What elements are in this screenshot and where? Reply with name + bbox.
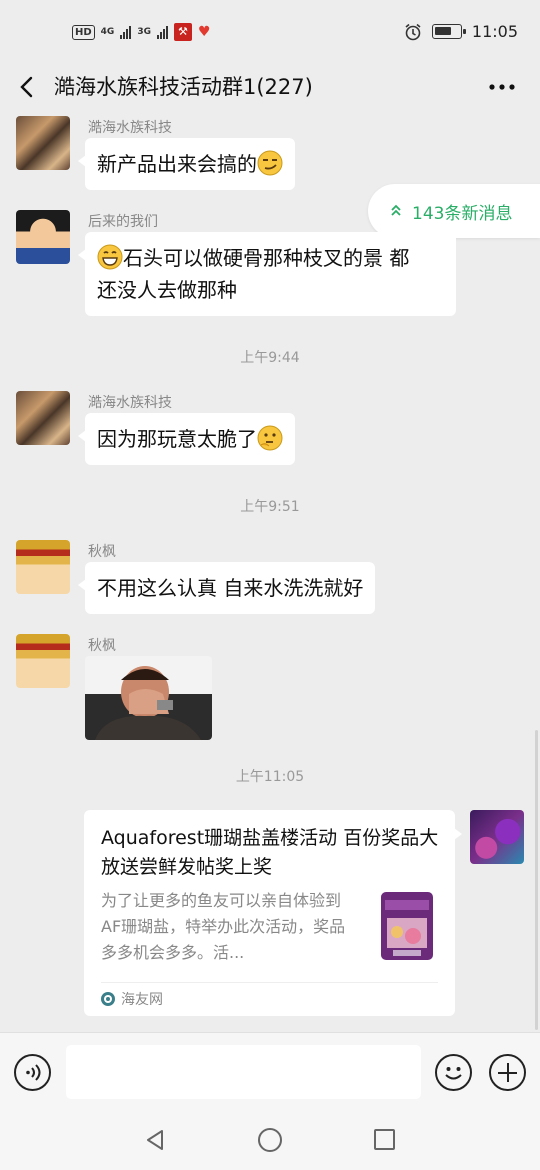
sim1-label: 4G [100,27,115,37]
sender-name: 秋枫 [88,638,116,654]
voice-icon[interactable] [14,1054,51,1091]
signal-icon-2 [156,25,168,39]
salt-bag-image [375,888,439,964]
emoji-icon[interactable] [435,1054,472,1091]
facepalm-sticker-image[interactable] [85,656,212,740]
avatar[interactable] [16,391,70,445]
system-nav-bar [0,1112,540,1170]
status-bar: HD 4G 3G ⚒ ♥ 11:05 [0,0,540,64]
link-card-source: 海友网 [101,989,163,1009]
message-bubble[interactable]: 因为那玩意太脆了 [78,413,295,465]
message-text-line1: 石头可以做硬骨那种枝叉的景 都 [123,246,410,270]
chat-header: 澔海水族科技活动群1(227) [0,64,540,110]
message-text: 不用这么认真 自来水洗洗就好 [97,576,364,600]
sender-name: 澔海水族科技 [88,395,172,411]
triangle-back-icon[interactable] [143,1128,167,1152]
scrollbar[interactable] [535,730,538,1030]
new-messages-label: 143条新消息 [412,203,513,224]
avatar[interactable] [16,634,70,688]
link-card-source-name: 海友网 [121,992,163,1008]
message-text-line2: 还没人去做那种 [97,278,237,302]
message-bubble[interactable]: 不用这么认真 自来水洗洗就好 [77,562,376,614]
avatar[interactable] [16,540,70,594]
chat-title: 澔海水族科技活动群1(227) [54,75,313,99]
chat-area[interactable]: 澔海水族科技 新产品出来会搞的 143条新消息 后来的我们 石头可以做硬骨那种枝… [0,110,540,1032]
link-card-description: 为了让更多的鱼友可以亲自体验到AF珊瑚盐，特举办此次活动，奖品多多机会多多。活.… [101,891,346,962]
circle-home-icon[interactable] [258,1128,282,1152]
status-right: 11:05 [404,22,518,41]
sender-name: 秋枫 [88,544,116,560]
timestamp: 上午11:05 [235,769,305,785]
double-chevron-up-icon [390,204,402,219]
location-pin-icon: ♥ [197,24,211,40]
timestamp: 上午9:51 [240,499,300,515]
link-card[interactable]: Aquaforest珊瑚盐盖楼活动 百份奖品大放送尝鲜发帖奖上奖 为了让更多的鱼… [84,810,462,1016]
battery-icon [431,24,466,39]
source-logo-icon [101,992,115,1006]
chevron-left-icon[interactable] [14,72,42,102]
message-bubble[interactable]: 新产品出来会搞的 [78,138,295,190]
square-recent-icon[interactable] [374,1129,395,1150]
hd-badge: HD [72,24,95,40]
more-dots-icon[interactable] [488,72,516,111]
new-messages-button[interactable]: 143条新消息 [368,184,540,238]
message-text: 因为那玩意太脆了 [97,427,257,451]
link-card-divider [101,982,438,983]
self-avatar[interactable] [470,810,524,864]
sender-name: 澔海水族科技 [88,120,172,136]
app-notification-icon: ⚒ [173,23,192,41]
sender-name: 后来的我们 [88,214,158,230]
plus-icon[interactable] [489,1054,526,1091]
sim2-label: 3G [137,27,151,37]
avatar[interactable] [16,116,70,170]
thinking-emoji-icon [257,425,283,451]
status-time: 11:05 [471,22,518,41]
input-bar [0,1032,540,1112]
alarm-icon [405,23,421,40]
smirk-emoji-icon [257,150,283,176]
message-input[interactable] [66,1045,421,1099]
signal-icon [120,25,132,39]
link-card-title: Aquaforest珊瑚盐盖楼活动 百份奖品大放送尝鲜发帖奖上奖 [101,827,439,878]
message-bubble[interactable]: 石头可以做硬骨那种枝叉的景 都还没人去做那种 [78,232,456,316]
grin-emoji-icon [97,244,123,270]
message-text: 新产品出来会搞的 [97,152,257,176]
avatar[interactable] [16,210,70,264]
timestamp: 上午9:44 [240,350,300,366]
status-left: HD 4G 3G ⚒ ♥ [72,23,211,41]
